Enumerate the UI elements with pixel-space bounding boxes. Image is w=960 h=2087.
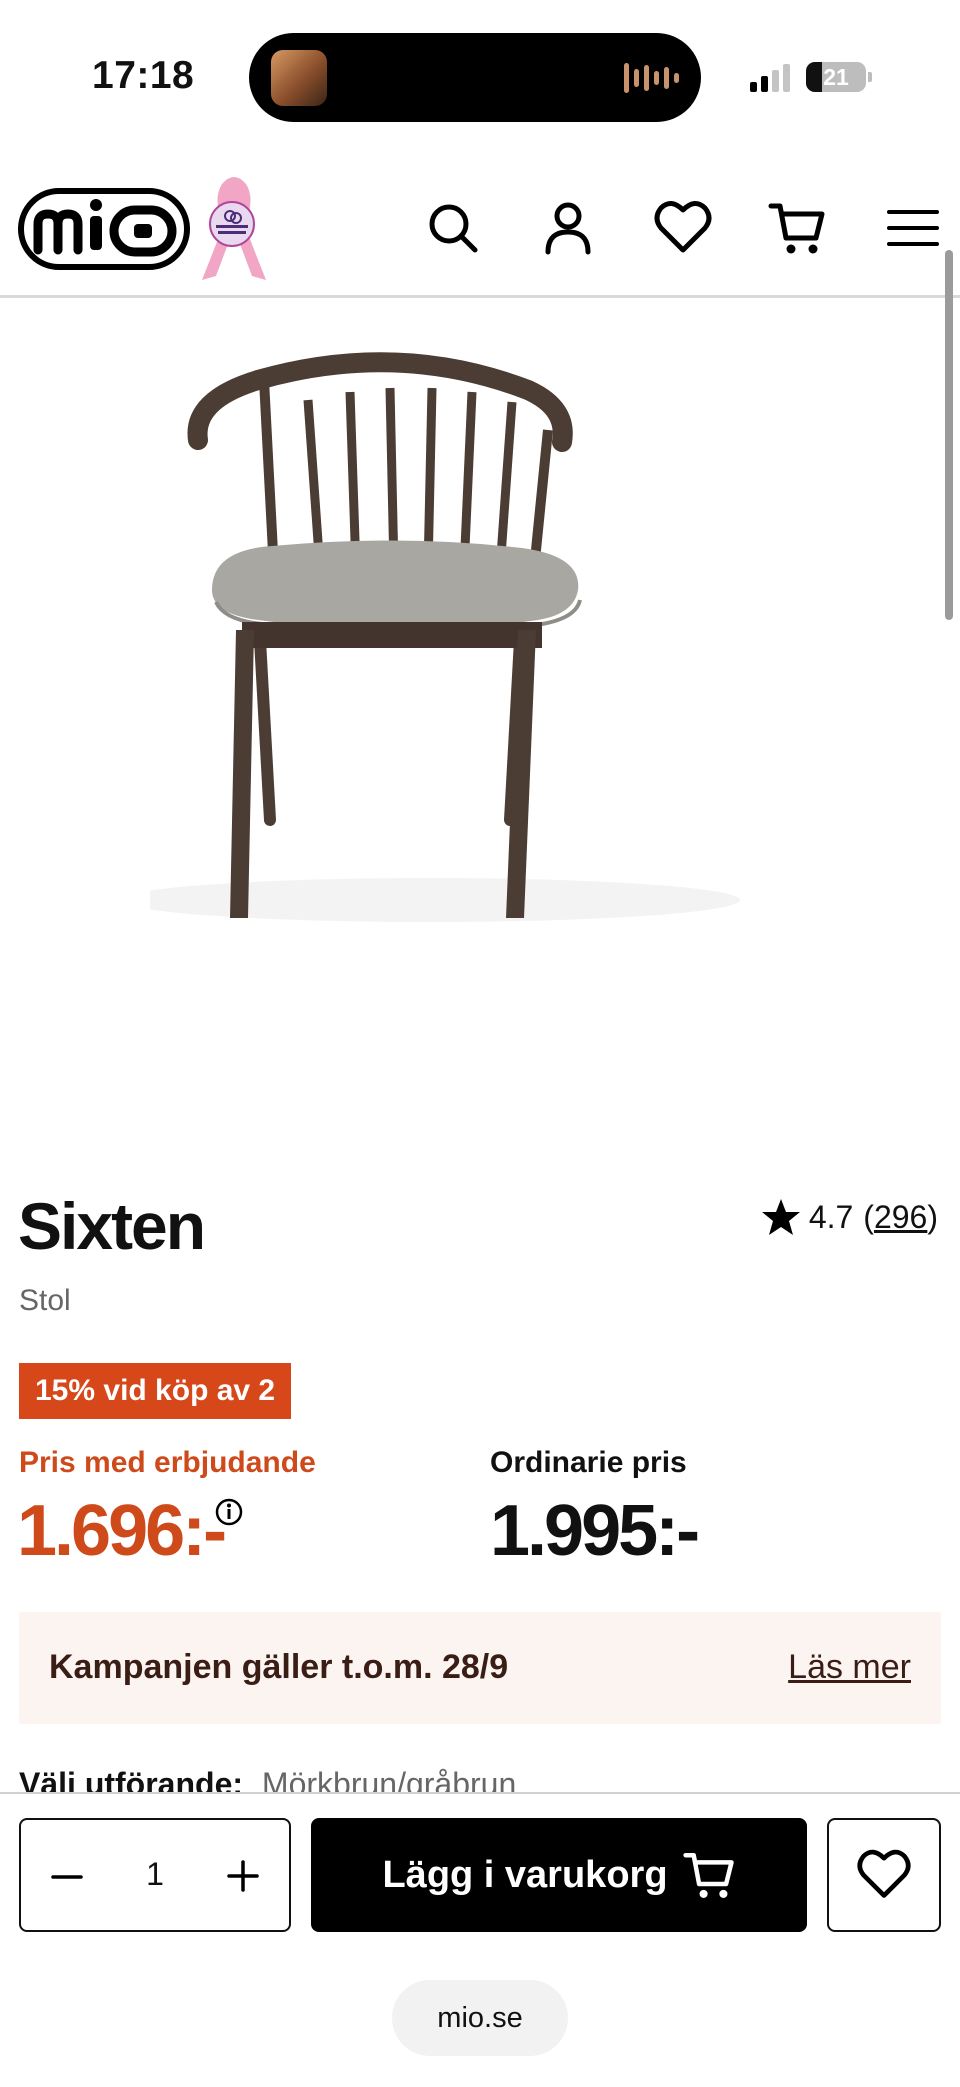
product-image[interactable] xyxy=(150,340,790,940)
campaign-read-more-link[interactable]: Läs mer xyxy=(788,1648,911,1687)
dynamic-island[interactable] xyxy=(249,33,701,122)
rating-count-close: ) xyxy=(927,1198,938,1235)
info-icon[interactable] xyxy=(215,1498,243,1526)
cart-icon[interactable] xyxy=(767,198,827,258)
promo-badge: 15% vid köp av 2 xyxy=(19,1363,292,1419)
heart-icon xyxy=(857,1849,911,1898)
rating-value: 4.7 xyxy=(808,1198,854,1235)
add-to-cart-button[interactable]: Lägg i varukorg xyxy=(311,1818,807,1932)
battery-level: 21 xyxy=(823,64,849,90)
cart-bar: 1 Lägg i varukorg mio.se xyxy=(0,1792,960,2087)
search-icon[interactable] xyxy=(423,198,483,258)
status-time: 17:18 xyxy=(92,54,195,97)
regular-price: 1.995:- xyxy=(490,1491,700,1571)
rating-count-link[interactable]: 296 xyxy=(874,1199,927,1236)
campaign-text: Kampanjen gäller t.o.m. 28/9 xyxy=(49,1648,509,1686)
quantity-stepper: 1 xyxy=(19,1818,291,1932)
battery-nub xyxy=(868,72,872,82)
mio-logo[interactable] xyxy=(18,188,190,270)
cancerfonden-ribbon-icon xyxy=(202,177,266,280)
offer-price: 1.696:- xyxy=(17,1491,227,1571)
url-bar[interactable]: mio.se xyxy=(392,1980,568,2056)
cart-icon xyxy=(682,1852,734,1898)
add-to-wishlist-button[interactable] xyxy=(827,1818,941,1932)
variant-label: Välj utförande: xyxy=(19,1766,244,1794)
now-playing-art xyxy=(271,50,327,106)
offer-price-label: Pris med erbjudande xyxy=(19,1446,316,1479)
page-scrollbar[interactable] xyxy=(945,250,953,620)
account-icon[interactable] xyxy=(538,198,598,258)
signal-icon xyxy=(750,64,790,92)
battery-icon: 21 xyxy=(806,62,866,92)
variant-selector[interactable]: Välj utförande: Mörkbrun/gråbrun xyxy=(19,1766,516,1794)
variant-value: Mörkbrun/gråbrun xyxy=(261,1766,517,1794)
add-to-cart-label: Lägg i varukorg xyxy=(382,1853,668,1896)
plus-icon[interactable] xyxy=(227,1860,259,1892)
site-header xyxy=(0,160,960,298)
campaign-banner: Kampanjen gäller t.o.m. 28/9 Läs mer xyxy=(19,1612,941,1724)
heart-icon[interactable] xyxy=(653,198,713,258)
product-title: Sixten xyxy=(18,1189,206,1263)
rating-count-open: ( xyxy=(863,1198,874,1235)
product-rating[interactable]: 4.7 ( 296 ) xyxy=(761,1198,938,1236)
audio-waveform-icon xyxy=(624,61,679,95)
regular-price-label: Ordinarie pris xyxy=(490,1446,687,1479)
star-icon xyxy=(761,1199,800,1235)
menu-icon[interactable] xyxy=(883,198,943,258)
product-subtitle: Stol xyxy=(19,1284,71,1317)
